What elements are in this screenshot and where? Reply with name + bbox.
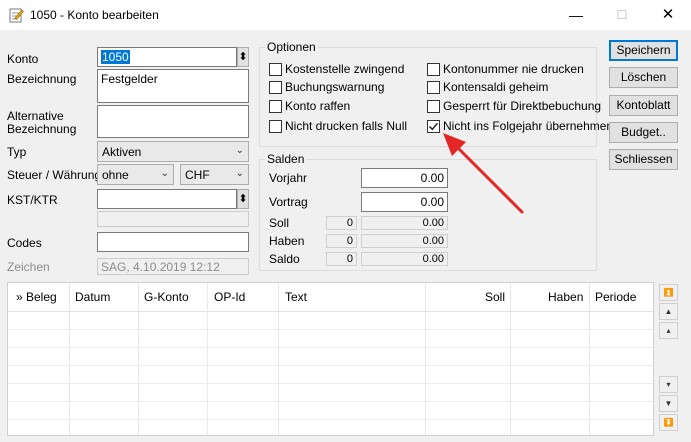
checkbox-label: Gesperrt für Direktbebuchung — [443, 99, 602, 113]
typ-label: Typ — [7, 145, 27, 159]
kst-ktr-label: KST/KTR — [7, 193, 58, 207]
checkbox-label: Kontonummer nie drucken — [443, 62, 584, 76]
maximize-button[interactable]: ☐ — [599, 0, 645, 30]
previous-record-icon[interactable]: ▴ — [659, 322, 678, 339]
close-button[interactable]: ✕ — [645, 0, 691, 30]
kst-ktr-input[interactable] — [97, 189, 237, 209]
annotation-arrow-icon — [443, 133, 524, 214]
checkbox-label: Konto raffen — [285, 99, 351, 113]
grid-row-line — [8, 347, 653, 348]
checkbox-kontensaldi-geheim[interactable] — [427, 81, 440, 94]
column-header-soll[interactable]: Soll — [485, 290, 505, 304]
kontoblatt-button[interactable]: Kontoblatt — [609, 95, 678, 116]
column-header-beleg[interactable]: » Beleg — [16, 290, 57, 304]
grid-header: » Beleg Datum G-Konto OP-Id Text Soll Ha… — [8, 283, 653, 312]
vorjahr-label: Vorjahr — [269, 171, 308, 185]
chevron-down-icon: ⌄ — [235, 145, 244, 156]
salden-title: Salden — [265, 152, 307, 166]
saldo-count: 0 — [326, 252, 357, 266]
konto-value: 1050 — [101, 50, 130, 64]
optionen-title: Optionen — [265, 40, 318, 54]
schliessen-button[interactable]: Schliessen — [609, 149, 678, 170]
steuer-waehrung-label: Steuer / Währung — [7, 168, 102, 182]
title-bar: 1050 - Konto bearbeiten — ☐ ✕ — [0, 0, 691, 30]
column-header-g-konto[interactable]: G-Konto — [144, 290, 189, 304]
steuer-value: ohne — [102, 168, 129, 182]
checkbox-buchungswarnung[interactable] — [269, 81, 282, 94]
alt-bezeichnung-label-1: Alternative — [7, 109, 64, 123]
minimize-button[interactable]: — — [553, 0, 599, 30]
typ-dropdown[interactable]: Aktiven ⌄ — [97, 141, 249, 162]
column-header-haben[interactable]: Haben — [548, 290, 583, 304]
waehrung-dropdown[interactable]: CHF ⌄ — [180, 164, 249, 185]
next-page-icon[interactable]: ▼ — [659, 395, 678, 412]
soll-label: Soll — [269, 216, 290, 230]
checkbox-kostenstelle-zwingend[interactable] — [269, 63, 282, 76]
saldo-label: Saldo — [269, 252, 300, 266]
grid-row-line — [8, 401, 653, 402]
budget-button[interactable]: Budget.. — [609, 122, 678, 143]
haben-label: Haben — [269, 234, 305, 248]
kst-lookup-icon[interactable]: ⬍ — [237, 189, 249, 209]
saldo-value: 0.00 — [361, 252, 448, 266]
first-record-icon[interactable]: ⏫ — [659, 284, 678, 301]
zeichen-label: Zeichen — [7, 260, 50, 274]
speichern-button[interactable]: Speichern — [609, 40, 678, 61]
chevron-down-icon: ⌄ — [235, 168, 244, 179]
checkbox-gesperrt-direktbebuchung[interactable] — [427, 100, 440, 113]
checkbox-label: Buchungswarnung — [285, 80, 385, 94]
column-header-periode[interactable]: Periode — [595, 290, 636, 304]
column-header-datum[interactable]: Datum — [75, 290, 110, 304]
checkbox-kontonummer-nie-drucken[interactable] — [427, 63, 440, 76]
grid-row-line — [8, 419, 653, 420]
typ-value: Aktiven — [102, 145, 142, 159]
konto-label: Konto — [7, 52, 39, 66]
previous-page-icon[interactable]: ▲ — [659, 303, 678, 320]
bezeichnung-input[interactable]: Festgelder — [97, 69, 249, 103]
dialog-client-area: Konto 1050 ⬍ Bezeichnung Festgelder Alte… — [0, 30, 691, 442]
konto-lookup-icon[interactable]: ⬍ — [237, 47, 249, 67]
checkbox-label: Nicht drucken falls Null — [285, 119, 408, 133]
zeichen-value: SAG, 4.10.2019 12:12 — [97, 258, 249, 275]
chevron-down-icon: ⌄ — [160, 168, 169, 179]
checkbox-konto-raffen[interactable] — [269, 100, 282, 113]
grid-row-line — [8, 365, 653, 366]
alt-bezeichnung-label-2: Bezeichnung — [7, 122, 77, 136]
column-header-text[interactable]: Text — [285, 290, 307, 304]
haben-count: 0 — [326, 234, 357, 248]
vortrag-label: Vortrag — [269, 195, 308, 209]
grid-row-line — [8, 383, 653, 384]
checkbox-nicht-drucken-falls-null[interactable] — [269, 120, 282, 133]
grid-navigation: ⏫ ▲ ▴ ▾ ▼ ⏬ — [659, 282, 678, 436]
waehrung-value: CHF — [185, 168, 210, 182]
buchungen-grid[interactable]: » Beleg Datum G-Konto OP-Id Text Soll Ha… — [7, 282, 654, 436]
loeschen-button[interactable]: Löschen — [609, 67, 678, 88]
kst-ktr-description — [97, 211, 249, 227]
next-record-icon[interactable]: ▾ — [659, 376, 678, 393]
alt-bezeichnung-input[interactable] — [97, 105, 249, 138]
column-header-op-id[interactable]: OP-Id — [214, 290, 245, 304]
edit-document-icon — [8, 7, 24, 23]
checkbox-label: Kontensaldi geheim — [443, 80, 549, 94]
codes-label: Codes — [7, 236, 42, 250]
bezeichnung-label: Bezeichnung — [7, 72, 77, 86]
checkbox-label: Kostenstelle zwingend — [285, 62, 405, 76]
last-record-icon[interactable]: ⏬ — [659, 414, 678, 431]
window-title: 1050 - Konto bearbeiten — [30, 8, 159, 22]
steuer-dropdown[interactable]: ohne ⌄ — [97, 164, 174, 185]
grid-row-line — [8, 329, 653, 330]
konto-input[interactable]: 1050 — [97, 47, 237, 67]
codes-input[interactable] — [97, 232, 249, 252]
haben-value: 0.00 — [361, 234, 448, 248]
soll-count: 0 — [326, 216, 357, 230]
